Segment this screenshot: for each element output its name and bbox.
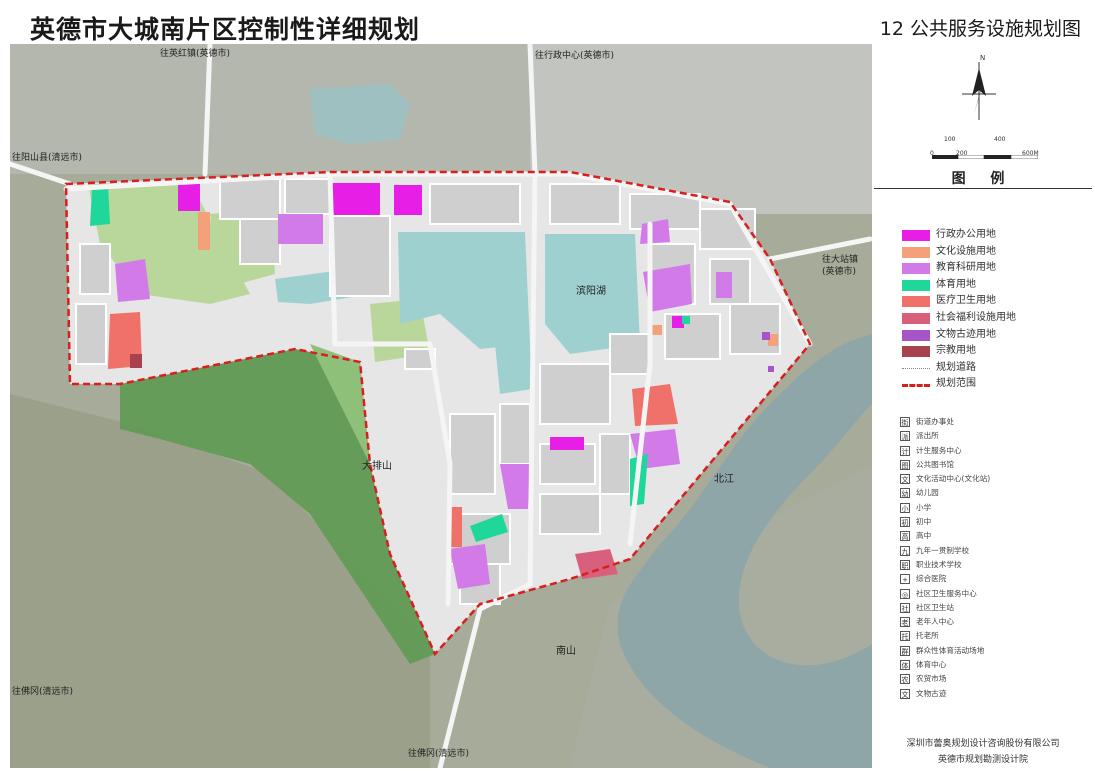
scale-label-0: 0 [930, 150, 934, 157]
label-bei-river: 北江 [714, 473, 734, 485]
sheet-title: 12 公共服务设施规划图 [879, 18, 1081, 40]
label-nan-mountain: 南山 [556, 644, 576, 657]
label-to-admin: 往行政中心(英德市) [535, 49, 614, 61]
legend-label: 体育用地 [936, 278, 976, 290]
facility-symbol-icon: 农 [900, 674, 910, 685]
legend-label: 宗教用地 [936, 345, 976, 357]
scale-label-200: 200 [956, 150, 968, 157]
facility-symbol-icon: 九 [900, 545, 910, 556]
legend-symbol-label: 社区卫生站 [916, 602, 954, 612]
legend-symbol-label: 体育中心 [916, 660, 947, 670]
legend-swatch [902, 263, 930, 275]
legend-swatch [902, 230, 930, 241]
legend-symbol-label: 综合医院 [916, 574, 947, 584]
legend-boundary-line [902, 384, 930, 388]
scale-label-100: 100 [944, 136, 956, 143]
map-canvas[interactable]: 往英红镇(英德市) 往行政中心(英德市) 往阳山县(清远市) 往大站镇 (英德市… [10, 44, 872, 768]
scale-label-400: 400 [994, 136, 1006, 143]
legend-panel: N 0 100 200 400 600M 图 例 行政办公用地 文化设施用地 教育科… [874, 44, 1092, 768]
legend-title: 图 例 [951, 171, 1015, 187]
scale-bar [932, 144, 1039, 160]
legend-symbol-label: 文物古迹 [916, 688, 947, 698]
legend-symbol-label: 公共图书馆 [916, 459, 954, 469]
facility-symbol-icon: 文 [900, 474, 910, 485]
facility-symbol-icon: 初 [900, 517, 910, 528]
legend-swatch [902, 279, 930, 291]
label-dapai-mountain: 大排山 [362, 459, 392, 472]
legend-symbol-label: 社区卫生服务中心 [916, 588, 977, 598]
legend-symbol-label: 幼儿园 [916, 488, 939, 498]
facility-symbol-icon: 图 [900, 459, 910, 470]
legend-symbol-label: 老年人中心 [916, 617, 954, 627]
legend-label: 规划道路 [936, 361, 976, 373]
label-to-yinghong: 往英红镇(英德市) [160, 47, 230, 59]
facility-symbol-icon: 小 [900, 502, 910, 513]
legend-symbol-label: 初中 [916, 517, 932, 527]
label-to-yangshan: 往阳山县(清远市) [12, 151, 82, 163]
legend-symbol-label: 群众性体育活动场地 [916, 645, 985, 655]
legend-swatch [902, 312, 930, 324]
facility-symbol-icon: 计 [900, 445, 910, 456]
legend-symbol-label: 高中 [916, 531, 932, 541]
label-to-fogang: 往佛冈(清远市) [12, 685, 73, 697]
facility-symbol-icon: 街 [900, 417, 910, 427]
compass-icon [954, 54, 1004, 128]
legend-swatch [902, 329, 930, 341]
legend-road-line [902, 367, 930, 369]
label-to-dazhan: 往大站镇 [822, 253, 858, 265]
legend-label: 规划范围 [936, 378, 976, 390]
legend-symbol-label: 职业技术学校 [916, 559, 962, 569]
page-title: 英德市大城南片区控制性详细规划 [30, 15, 421, 44]
label-to-fogang-south: 往佛冈(清远市) [408, 747, 469, 759]
legend-label: 行政办公用地 [936, 229, 996, 240]
credit-institute: 英德市规划勘测设计院 [937, 755, 1028, 765]
legend-swatch [902, 296, 930, 308]
facility-symbol-icon: 社 [900, 602, 910, 613]
legend-symbol-label: 小学 [916, 502, 932, 512]
label-to-dazhan-2: (英德市) [822, 265, 856, 277]
legend-symbol-label: 计生服务中心 [916, 445, 962, 455]
facility-symbol-icon: 高 [900, 531, 910, 542]
legend-label: 文化设施用地 [936, 245, 996, 257]
facility-symbol-icon: 文 [900, 688, 910, 699]
facility-symbol-icon: 职 [900, 559, 910, 570]
facility-symbol-icon: 托 [900, 631, 910, 642]
legend-symbol-label: 农贸市场 [916, 674, 947, 684]
legend-symbol-label: 派出所 [916, 431, 939, 441]
facility-symbol-icon: 老 [900, 617, 910, 628]
legend-label: 医疗卫生用地 [936, 295, 996, 307]
facility-symbol-icon: 群 [900, 645, 910, 656]
facility-symbol-icon: 体 [900, 660, 910, 671]
scale-label-600: 600M [1022, 150, 1039, 157]
facility-symbol-icon: 幼 [900, 488, 910, 499]
legend-symbol-label: 九年一贯制学校 [916, 545, 970, 555]
facility-symbol-icon: 派 [900, 431, 910, 442]
legend-divider [874, 188, 1092, 189]
legend-symbol-label: 文化活动中心(文化站) [916, 474, 991, 484]
legend-label: 社会福利设施用地 [936, 311, 1016, 323]
map-svg: 往英红镇(英德市) 往行政中心(英德市) 往阳山县(清远市) 往大站镇 (英德市… [10, 44, 872, 768]
facility-symbol-icon: ◎ [900, 588, 910, 599]
legend-label: 教育科研用地 [936, 262, 996, 274]
legend-symbol-label: 街道办事处 [916, 417, 954, 426]
legend-swatch [902, 246, 930, 258]
label-binyang-lake: 滨阳湖 [576, 284, 606, 297]
legend-symbol-label: 托老所 [916, 631, 939, 641]
legend-label: 文物古迹用地 [936, 328, 996, 340]
compass-letter: N [980, 54, 986, 62]
credit-designer: 深圳市蕾奥规划设计咨询股份有限公司 [906, 739, 1060, 749]
legend-swatch [902, 346, 930, 358]
facility-symbol-icon: + [900, 574, 910, 585]
